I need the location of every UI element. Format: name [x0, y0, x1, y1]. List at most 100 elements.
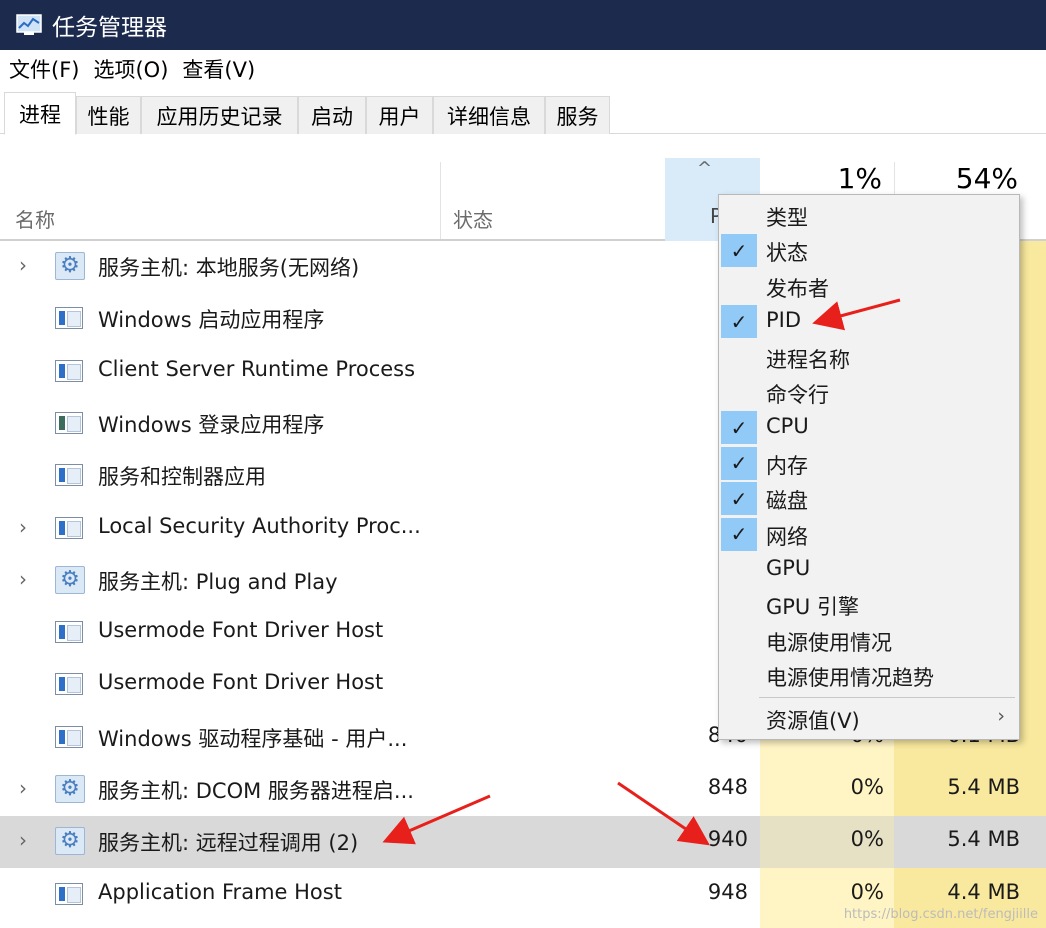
checkmark-icon: ✓ — [721, 517, 757, 551]
process-memory: 5.4 MB — [947, 827, 1020, 852]
process-row[interactable]: › ⚙ 服务主机: DCOM 服务器进程启... 848 0% 5.4 MB — [0, 764, 1046, 816]
process-name: 服务主机: Plug and Play — [98, 569, 338, 594]
window-icon — [55, 621, 83, 644]
expand-chevron-icon[interactable]: › — [19, 253, 27, 277]
winlogon-icon — [55, 411, 83, 434]
process-name: Usermode Font Driver Host — [98, 618, 384, 643]
menu-item-column-toggle[interactable]: GPU 引擎 — [719, 587, 1019, 622]
menu-item-column-toggle[interactable]: 电源使用情况 — [719, 623, 1019, 658]
process-pid: 940 — [707, 827, 748, 852]
menu-separator — [759, 697, 1015, 698]
window-icon — [55, 673, 83, 696]
process-name: 服务和控制器应用 — [98, 465, 266, 490]
tab-startup[interactable]: 启动 — [298, 96, 366, 134]
tab-bar: 进程 性能 应用历史记录 启动 用户 详细信息 服务 — [0, 88, 1046, 135]
process-cpu: 0% — [850, 827, 884, 852]
process-name: Windows 启动应用程序 — [98, 308, 325, 333]
expand-chevron-icon[interactable]: › — [19, 828, 27, 852]
expand-chevron-icon[interactable]: › — [19, 567, 27, 591]
tab-details[interactable]: 详细信息 — [433, 96, 545, 134]
column-divider[interactable] — [440, 162, 441, 239]
process-cpu: 0% — [850, 775, 884, 799]
process-row[interactable]: › ⚙ 服务主机: 远程过程调用 (2) 940 0% 5.4 MB — [0, 816, 1046, 869]
sort-ascending-icon: ^ — [697, 158, 713, 179]
window-icon — [55, 882, 83, 905]
menu-item-column-toggle[interactable]: ✓ CPU — [719, 410, 1019, 445]
checkmark-icon: ✓ — [721, 482, 757, 516]
process-memory: 4.4 MB — [947, 879, 1020, 904]
cpu-percent[interactable]: 1% — [838, 162, 882, 195]
tab-services[interactable]: 服务 — [545, 96, 610, 134]
memory-percent[interactable]: 54% — [956, 162, 1018, 195]
window-icon — [55, 307, 83, 330]
column-name[interactable]: 名称 — [15, 204, 55, 233]
menu-item-label: 内存 — [766, 453, 808, 478]
menu-view[interactable]: 查看(V) — [182, 54, 255, 84]
menu-item-label: CPU — [766, 414, 809, 439]
window-icon — [55, 516, 83, 539]
menu-item-column-toggle[interactable]: 电源使用情况趋势 — [719, 658, 1019, 693]
process-name: Windows 登录应用程序 — [98, 412, 325, 437]
task-manager-icon — [16, 14, 42, 36]
menu-item-label: 发布者 — [766, 276, 829, 301]
menu-item-column-toggle[interactable]: ✓ 状态 — [719, 233, 1019, 268]
menu-item-label: PID — [766, 308, 802, 333]
gear-icon: ⚙ — [55, 827, 85, 856]
checkmark-icon: ✓ — [721, 411, 757, 445]
menu-item-column-toggle[interactable]: 类型 — [719, 198, 1019, 233]
menu-options[interactable]: 选项(O) — [93, 54, 168, 84]
menu-item-column-toggle[interactable]: 进程名称 — [719, 340, 1019, 375]
process-name: Application Frame Host — [98, 879, 342, 904]
process-name: Windows 驱动程序基础 - 用户... — [98, 726, 408, 751]
process-pid: 848 — [707, 775, 748, 799]
menu-item-column-toggle[interactable]: ✓ 网络 — [719, 517, 1019, 552]
window-icon — [55, 464, 83, 487]
menu-item-label: 电源使用情况趋势 — [766, 666, 934, 691]
window-icon — [55, 359, 83, 382]
process-name: Usermode Font Driver Host — [98, 670, 384, 695]
gear-icon: ⚙ — [55, 252, 85, 280]
process-name: Client Server Runtime Process — [98, 356, 416, 381]
menu-item-column-toggle[interactable]: ✓ 内存 — [719, 446, 1019, 481]
tab-processes[interactable]: 进程 — [4, 92, 76, 135]
process-name: 服务主机: 远程过程调用 (2) — [98, 831, 359, 856]
menu-item-label: 命令行 — [766, 383, 829, 407]
gear-icon: ⚙ — [55, 565, 85, 594]
process-name: Local Security Authority Proc... — [98, 513, 421, 538]
column-status[interactable]: 状态 — [453, 204, 493, 233]
menu-item-label: 网络 — [766, 524, 808, 549]
menu-item-label: GPU 引擎 — [766, 595, 859, 620]
column-context-menu: 类型 ✓ 状态 发布者 ✓ PID 进程名称 命令行 ✓ CPU ✓ 内存 ✓ 磁盘 ✓ 网络 GPU GPU 引… — [718, 194, 1020, 740]
gear-icon: ⚙ — [55, 775, 85, 803]
menu-item-label: 磁盘 — [766, 489, 808, 514]
process-name: 服务主机: DCOM 服务器进程启... — [98, 779, 414, 803]
window-title: 任务管理器 — [52, 15, 167, 41]
menu-item-label: 电源使用情况 — [766, 630, 892, 655]
checkmark-icon: ✓ — [721, 234, 757, 268]
menu-item-resource-values[interactable]: 资源值(V) › — [719, 701, 1019, 736]
menu-item-label: 资源值(V) — [766, 709, 860, 733]
title-bar: 任务管理器 — [0, 0, 1046, 50]
menu-item-column-toggle[interactable]: GPU — [719, 552, 1019, 587]
tab-app-history[interactable]: 应用历史记录 — [141, 96, 298, 134]
menu-bar: 文件(F) 选项(O) 查看(V) — [0, 50, 1046, 88]
process-cpu: 0% — [850, 879, 884, 904]
tab-users[interactable]: 用户 — [366, 96, 433, 134]
watermark: https://blog.csdn.net/fengjiille — [843, 907, 1038, 922]
menu-item-column-toggle[interactable]: 发布者 — [719, 269, 1019, 304]
menu-item-label: 类型 — [766, 206, 808, 230]
process-memory: 5.4 MB — [947, 775, 1020, 799]
submenu-arrow-icon: › — [997, 705, 1005, 727]
menu-item-column-toggle[interactable]: 命令行 — [719, 375, 1019, 410]
menu-item-column-toggle[interactable]: ✓ 磁盘 — [719, 481, 1019, 516]
process-name: 服务主机: 本地服务(无网络) — [98, 256, 360, 280]
expand-chevron-icon[interactable]: › — [19, 515, 27, 539]
window-icon — [55, 725, 83, 748]
checkmark-icon: ✓ — [721, 305, 757, 339]
tab-performance[interactable]: 性能 — [76, 96, 141, 134]
menu-item-label: 状态 — [766, 241, 808, 266]
menu-item-column-toggle[interactable]: ✓ PID — [719, 304, 1019, 339]
menu-item-label: GPU — [766, 556, 811, 580]
expand-chevron-icon[interactable]: › — [19, 776, 27, 800]
menu-file[interactable]: 文件(F) — [9, 54, 79, 84]
